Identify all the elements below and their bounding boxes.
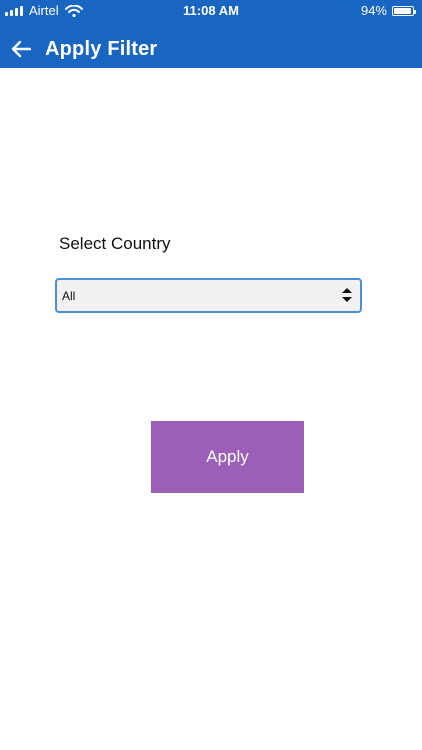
status-time: 11:08 AM	[183, 3, 239, 18]
battery-percent: 94%	[360, 3, 387, 18]
app-bar: Airtel 11:08 AM 94% Apply Filter	[0, 0, 422, 68]
battery-icon	[392, 5, 416, 16]
country-label: Select Country	[59, 234, 171, 253]
toolbar: Apply Filter	[0, 32, 422, 68]
back-button[interactable]	[8, 36, 34, 62]
page-title: Apply Filter	[45, 38, 158, 60]
apply-filter-screen: Airtel 11:08 AM 94% Apply Filter Select …	[0, 0, 422, 750]
status-bar: Airtel 11:08 AM 94%	[0, 0, 422, 22]
status-right: 94%	[360, 3, 416, 18]
updown-arrows-icon	[342, 288, 352, 302]
country-select[interactable]: All	[55, 278, 362, 313]
back-arrow-icon	[11, 40, 31, 58]
battery-fill	[394, 7, 411, 14]
country-select-value: All	[62, 289, 76, 303]
apply-button[interactable]: Apply	[151, 421, 304, 493]
